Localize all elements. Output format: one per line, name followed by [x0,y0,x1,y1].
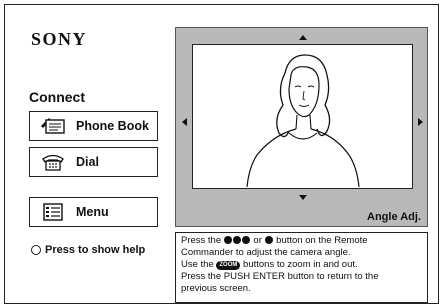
person-illustration [246,54,360,188]
phone-book-label: Phone Book [76,119,149,133]
right-button-icon [264,236,273,244]
instruction-line-4: Press the PUSH ENTER button to return to… [181,271,379,282]
instruction-text: buttons to zoom in and out. [243,259,358,270]
phone-book-button[interactable]: Phone Book [29,111,158,141]
instruction-text: Press the [181,235,222,246]
instruction-line-5: previous screen. [181,283,251,294]
left-button-icon [241,236,250,244]
up-button-icon [223,236,232,244]
instruction-text: or [253,235,262,246]
circle-icon [31,245,41,255]
angle-adjust-label: Angle Adj. [367,211,421,223]
menu-label: Menu [76,205,109,219]
instruction-line-1: Press the or button on the Remote [181,235,422,247]
dial-label: Dial [76,155,99,169]
down-button-icon [232,236,241,244]
instruction-text: button on the Remote [276,235,368,246]
main-panel: SONY Connect Phone Book Dial Menu Press … [4,4,439,304]
instruction-line-2: Commander to adjust the camera angle. [181,247,351,258]
menu-list-icon [38,201,68,223]
zoom-button-icon: ZOOM [216,261,241,270]
help-hint[interactable]: Press to show help [31,244,145,256]
instruction-box: Press the or button on the Remote Comman… [175,232,428,303]
camera-preview-screen [192,44,413,189]
phone-dial-icon [38,151,68,173]
instruction-line-3: Use the ZOOM buttons to zoom in and out. [181,259,422,271]
help-label: Press to show help [45,244,146,256]
brand-logo: SONY [31,29,88,49]
pan-right-arrow-icon[interactable] [418,118,423,126]
camera-view-panel: Angle Adj. [175,27,428,227]
pan-up-arrow-icon[interactable] [299,35,307,40]
instruction-text: Use the [181,259,214,270]
connect-heading: Connect [29,89,85,105]
pan-left-arrow-icon[interactable] [182,118,187,126]
pan-down-arrow-icon[interactable] [299,195,307,200]
dial-button[interactable]: Dial [29,147,158,177]
phone-book-icon [38,115,68,137]
menu-button[interactable]: Menu [29,197,158,227]
